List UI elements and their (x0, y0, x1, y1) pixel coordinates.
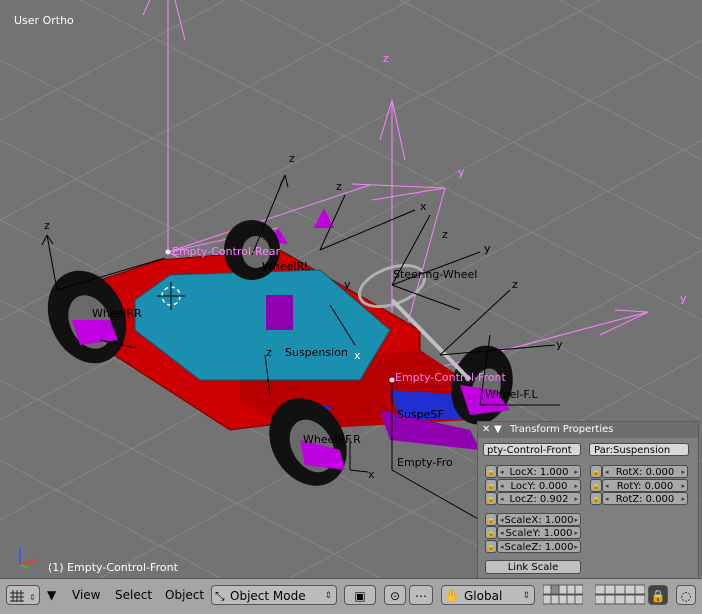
hand-manipulator-icon: ✋ (445, 589, 460, 603)
label-empty-rear: Empty-Control-Rear (172, 245, 281, 258)
lock-icon[interactable]: 🔒 (485, 513, 497, 526)
label-axis-x-3: x (354, 349, 361, 362)
lock-icon[interactable]: 🔒 (485, 540, 497, 553)
draw-type-cube-icon: ▣ (354, 589, 366, 603)
collapse-icon[interactable]: ▼ (494, 422, 502, 438)
lock-icon[interactable]: 🔒 (485, 465, 497, 478)
lock-icon[interactable]: 🔒 (485, 479, 497, 492)
label-wheel-front-l: Wheel-F.L (485, 388, 538, 401)
label-axis-y-2: y (484, 242, 491, 255)
panel-header[interactable]: ✕ ▼ Transform Properties (478, 422, 698, 438)
mode-selector[interactable]: ⤡ Object Mode ⇕ (211, 585, 337, 605)
orientation-selector[interactable]: ✋ Global ⇕ (441, 585, 535, 605)
menu-view[interactable]: View (72, 585, 100, 605)
pivot-icon: ⊙ (389, 589, 401, 603)
snap-icon: ⋯ (415, 589, 427, 603)
link-scale-button[interactable]: Link Scale (485, 560, 581, 574)
render-button[interactable]: ◌ (676, 585, 696, 605)
loc-x-field[interactable]: ◂ LocX: 1.000 ▸ (497, 465, 581, 478)
view-name: User Ortho (14, 14, 74, 27)
label-susp-front: SuspeSF (397, 408, 444, 421)
label-empty-front-short: Empty-Fro (397, 456, 453, 469)
close-icon[interactable]: ✕ (482, 422, 490, 438)
scale-x-field[interactable]: ◂ ScaleX: 1.000 ▸ (497, 513, 581, 526)
loc-y-field[interactable]: ◂ LocY: 0.000 ▸ (497, 479, 581, 492)
label-axis-y-3: y (556, 338, 563, 351)
lock-icon[interactable]: 🔒 (485, 492, 497, 505)
chevron-down-icon: ⇕ (324, 591, 332, 601)
lock-icon[interactable]: 🔒 (485, 526, 497, 539)
object-name-field[interactable]: pty-Control-Front (483, 443, 581, 456)
label-axis-x: x (420, 200, 427, 213)
label-axis-y: y (344, 278, 351, 291)
suspension-box (266, 295, 293, 330)
label-axis-y-pink: y (458, 166, 465, 179)
empty-rear-origin (165, 249, 171, 255)
loc-z-field[interactable]: ◂ LocZ: 0.902 ▸ (497, 492, 581, 505)
menu-select[interactable]: Select (115, 585, 152, 605)
label-axis-x-2: x (368, 468, 375, 481)
empty-front-origin (389, 377, 395, 383)
lock-icon: 🔒 (650, 589, 666, 603)
active-object-label: (1) Empty-Control-Front (48, 561, 178, 574)
viewport-header: ⇕ ▼ View Select Object ⤡ Object Mode ⇕ ▣… (0, 578, 702, 614)
parent-field[interactable]: Par:Suspension (589, 443, 689, 456)
label-wheel-front-r: WheelRF.R (303, 433, 361, 446)
label-axis-z-4: z (442, 228, 448, 241)
label-axis-z-5: z (512, 278, 518, 291)
label-axis-z-pink: z (383, 52, 389, 65)
draw-type-button[interactable]: ▣ (344, 585, 376, 605)
rot-x-field[interactable]: ◂ RotX: 0.000 ▸ (602, 465, 688, 478)
render-icon: ◌ (680, 589, 692, 603)
lock-icon[interactable]: 🔒 (590, 492, 602, 505)
label-axis-z-6: z (266, 346, 272, 359)
label-steering-wheel: Steering-Wheel (393, 268, 477, 281)
label-axis-z-3: z (44, 219, 50, 232)
label-suspension: Suspension (285, 346, 348, 359)
transform-properties-panel[interactable]: ✕ ▼ Transform Properties pty-Control-Fro… (477, 421, 699, 578)
pivot-button[interactable]: ⊙ (384, 585, 406, 605)
lock-layer-button[interactable]: 🔒 (648, 585, 668, 605)
view-axis-gizmo (19, 548, 36, 569)
scale-z-field[interactable]: ◂ ScaleZ: 1.000 ▸ (497, 540, 581, 553)
menu-object[interactable]: Object (165, 585, 204, 605)
layer-buttons-left[interactable] (542, 584, 584, 606)
label-axis-z: z (289, 152, 295, 165)
label-axis-z-2: z (336, 180, 342, 193)
3d-viewport[interactable]: Empty-Control-Rear Empty-Control-Front E… (0, 0, 702, 578)
scale-y-field[interactable]: ◂ ScaleY: 1.000 ▸ (497, 526, 581, 539)
label-wheel-rear-r: WheelRR (92, 307, 142, 320)
label-axis-y-pink-2: y (680, 292, 687, 305)
editor-type-grid-icon: ⇕ (10, 590, 36, 602)
lock-icon[interactable]: 🔒 (590, 479, 602, 492)
rot-y-field[interactable]: ◂ RotY: 0.000 ▸ (602, 479, 688, 492)
editor-type-button[interactable]: ⇕ (6, 585, 40, 605)
panel-title: Transform Properties (510, 424, 614, 435)
svg-text:⇕: ⇕ (29, 593, 36, 602)
label-empty-front: Empty-Control-Front (395, 371, 506, 384)
object-mode-icon: ⤡ (215, 589, 225, 603)
mode-label: Object Mode (230, 589, 306, 603)
menu-triangle-icon[interactable]: ▼ (47, 585, 56, 605)
orientation-label: Global (464, 589, 503, 603)
snap-button[interactable]: ⋯ (409, 585, 433, 605)
chevron-down-icon: ⇕ (522, 591, 530, 601)
label-wheel-rear-l: WheelRL (262, 260, 311, 273)
lock-icon[interactable]: 🔒 (590, 465, 602, 478)
layer-buttons-right[interactable] (594, 584, 646, 606)
rot-z-field[interactable]: ◂ RotZ: 0.000 ▸ (602, 492, 688, 505)
